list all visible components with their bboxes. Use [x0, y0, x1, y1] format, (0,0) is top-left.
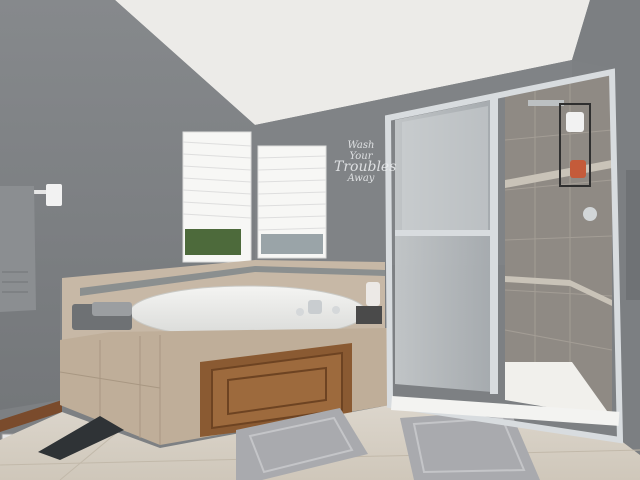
shower-door-handle [490, 96, 498, 394]
towel [0, 186, 36, 312]
shower-door-rail [395, 230, 492, 236]
bathroom-illustration [0, 0, 640, 480]
folded-towel-top [92, 302, 132, 316]
shower-head-arm [528, 100, 564, 106]
shower-valve [583, 207, 597, 221]
tub-faucet [308, 300, 322, 314]
window-right [257, 145, 327, 259]
toiletry-bottle [366, 282, 380, 306]
tub-handle [296, 308, 304, 316]
window-left [182, 131, 252, 263]
towel-bar-mount [46, 184, 62, 206]
caddy-bottle [566, 112, 584, 132]
toiletry-basket [356, 306, 382, 324]
shower-door-glass-inner [402, 106, 488, 230]
bathroom-photo: Wash Your Troubles Away [0, 0, 640, 480]
tub-handle [332, 306, 340, 314]
caddy-bottle [570, 160, 586, 178]
hanging-robe [626, 170, 640, 300]
